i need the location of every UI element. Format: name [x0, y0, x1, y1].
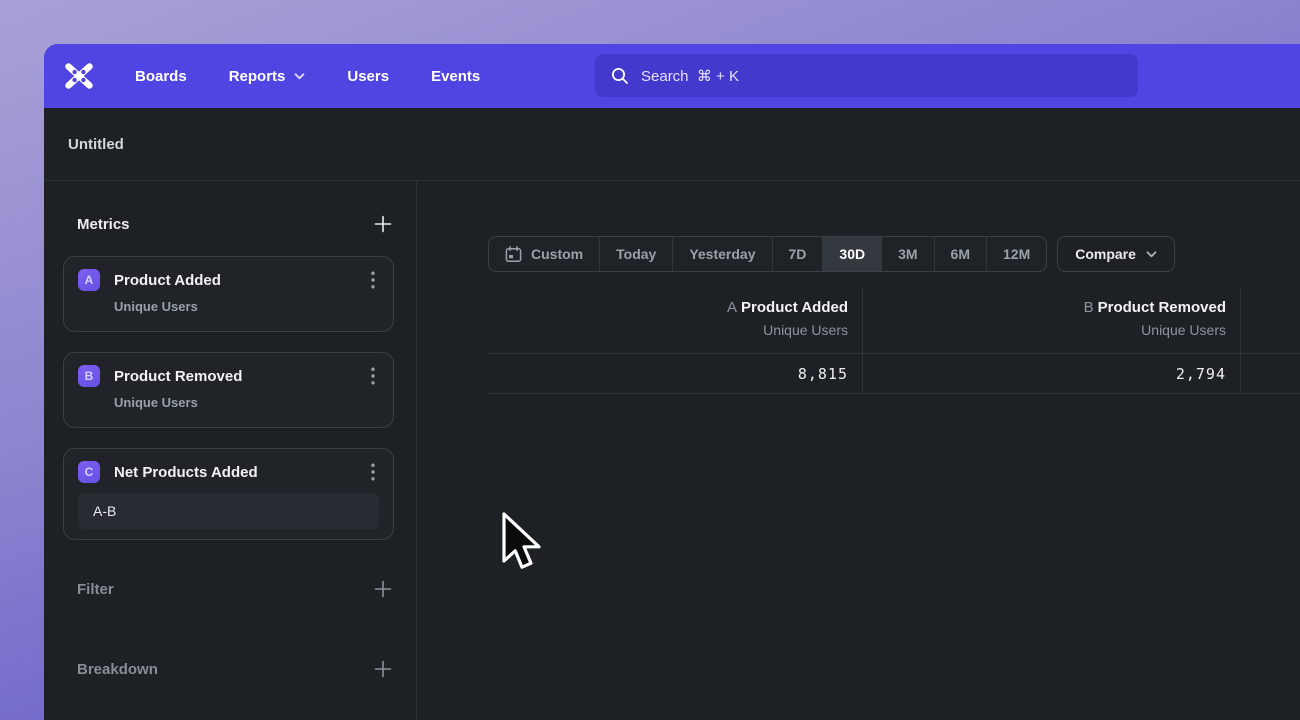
- metrics-section-header: Metrics: [77, 209, 394, 239]
- table-value: 8,815: [488, 354, 862, 394]
- column-title-text: Product Added: [741, 299, 848, 316]
- search-placeholder: Search ⌘ + K: [641, 67, 739, 85]
- chevron-down-icon: [1146, 251, 1157, 258]
- date-range-6m[interactable]: 6M: [934, 237, 986, 271]
- table-column-a: AProduct Added Unique Users 8,815: [488, 288, 862, 394]
- date-range-label: Today: [616, 246, 656, 262]
- date-range-30d[interactable]: 30D: [822, 237, 881, 271]
- mixpanel-logo-icon[interactable]: [64, 63, 94, 89]
- metric-measurement[interactable]: Unique Users: [114, 395, 379, 410]
- compare-label: Compare: [1075, 246, 1136, 262]
- metric-badge: B: [78, 365, 100, 387]
- results-panel: Custom Today Yesterday 7D 30D 3M 6M 12M …: [417, 181, 1300, 720]
- metric-title: Product Removed: [114, 368, 353, 385]
- chevron-down-icon: [294, 73, 305, 80]
- column-header: BProduct Removed Unique Users: [863, 288, 1240, 354]
- app-window: Boards Reports Users Events Search ⌘ + K: [44, 44, 1300, 720]
- date-range-yesterday[interactable]: Yesterday: [672, 237, 771, 271]
- date-range-label: 3M: [898, 246, 917, 262]
- add-filter-button[interactable]: [372, 578, 394, 600]
- search-icon: [611, 67, 629, 85]
- calendar-icon: [505, 246, 522, 263]
- table-value: [1241, 354, 1300, 394]
- top-navbar: Boards Reports Users Events Search ⌘ + K: [44, 44, 1300, 108]
- metric-title: Net Products Added: [114, 464, 353, 481]
- nav-item-users[interactable]: Users: [347, 68, 389, 85]
- filter-label: Filter: [77, 581, 114, 598]
- column-title: AProduct Added: [488, 299, 848, 316]
- nav-item-boards[interactable]: Boards: [135, 68, 187, 85]
- table-column-b: BProduct Removed Unique Users 2,794: [862, 288, 1240, 394]
- page-title[interactable]: Untitled: [68, 136, 124, 153]
- metric-card-a[interactable]: A Product Added Unique Users: [63, 256, 394, 332]
- search-input[interactable]: Search ⌘ + K: [595, 54, 1138, 97]
- results-table: AProduct Added Unique Users 8,815 BProdu…: [488, 288, 1300, 394]
- column-badge: B: [1084, 299, 1094, 316]
- add-breakdown-button[interactable]: [372, 658, 394, 680]
- nav-item-label: Users: [347, 68, 389, 85]
- report-body: Metrics A Product Added Unique Users: [44, 181, 1300, 720]
- metric-measurement[interactable]: Unique Users: [114, 299, 379, 314]
- metric-badge: C: [78, 461, 100, 483]
- metric-options-kebab-icon[interactable]: [367, 461, 379, 483]
- report-header: Untitled: [44, 108, 1300, 181]
- column-header: [1241, 288, 1300, 354]
- column-subtitle: Unique Users: [863, 322, 1226, 338]
- date-range-label: 7D: [789, 246, 807, 262]
- date-range-3m[interactable]: 3M: [881, 237, 933, 271]
- date-range-12m[interactable]: 12M: [986, 237, 1046, 271]
- date-range-custom[interactable]: Custom: [489, 237, 599, 271]
- nav-item-label: Events: [431, 68, 480, 85]
- column-badge: A: [727, 299, 737, 316]
- filter-section-header: Filter: [77, 574, 394, 604]
- date-range-selector: Custom Today Yesterday 7D 30D 3M 6M 12M: [488, 236, 1047, 272]
- date-range-label: 6M: [951, 246, 970, 262]
- metric-options-kebab-icon[interactable]: [367, 365, 379, 387]
- column-subtitle: Unique Users: [488, 322, 848, 338]
- date-controls: Custom Today Yesterday 7D 30D 3M 6M 12M …: [488, 236, 1300, 272]
- metrics-sidebar: Metrics A Product Added Unique Users: [44, 181, 417, 720]
- desktop-background: Boards Reports Users Events Search ⌘ + K: [0, 0, 1300, 720]
- date-range-label: Custom: [531, 246, 583, 262]
- nav-item-events[interactable]: Events: [431, 68, 480, 85]
- breakdown-section-header: Breakdown: [77, 654, 394, 684]
- main-nav: Boards Reports Users Events: [135, 68, 480, 85]
- metrics-label: Metrics: [77, 216, 130, 233]
- metric-badge: A: [78, 269, 100, 291]
- date-range-label: 12M: [1003, 246, 1030, 262]
- nav-item-label: Reports: [229, 68, 286, 85]
- date-range-label: Yesterday: [689, 246, 755, 262]
- nav-item-reports[interactable]: Reports: [229, 68, 306, 85]
- compare-button[interactable]: Compare: [1057, 236, 1175, 272]
- column-title: BProduct Removed: [863, 299, 1226, 316]
- table-value: 2,794: [863, 354, 1240, 394]
- column-title-text: Product Removed: [1098, 299, 1226, 316]
- metric-options-kebab-icon[interactable]: [367, 269, 379, 291]
- date-range-7d[interactable]: 7D: [772, 237, 823, 271]
- date-range-today[interactable]: Today: [599, 237, 672, 271]
- table-column-empty: [1240, 288, 1300, 394]
- add-metric-button[interactable]: [372, 213, 394, 235]
- metric-card-b[interactable]: B Product Removed Unique Users: [63, 352, 394, 428]
- metric-title: Product Added: [114, 272, 353, 289]
- breakdown-label: Breakdown: [77, 661, 158, 678]
- metric-card-c[interactable]: C Net Products Added A-B: [63, 448, 394, 540]
- column-header: AProduct Added Unique Users: [488, 288, 862, 354]
- formula-input[interactable]: A-B: [78, 493, 379, 529]
- nav-item-label: Boards: [135, 68, 187, 85]
- date-range-label: 30D: [839, 246, 865, 262]
